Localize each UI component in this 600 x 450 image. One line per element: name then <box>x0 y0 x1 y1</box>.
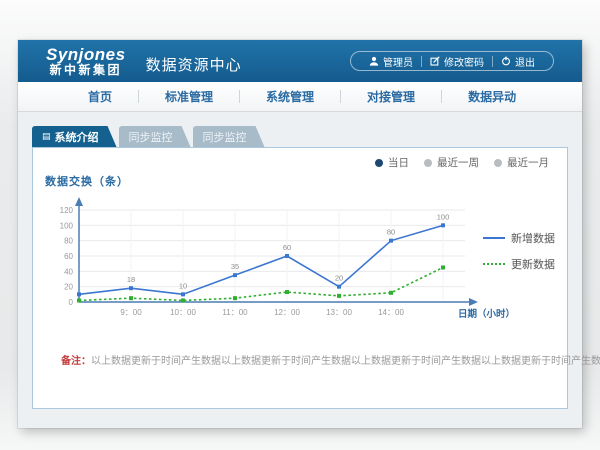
current-user-button[interactable]: 管理员 <box>361 54 421 69</box>
brand-logo-cn: 新中新集团 <box>46 64 126 77</box>
power-icon <box>501 56 511 66</box>
nav-item-standards[interactable]: 标准管理 <box>139 88 239 105</box>
svg-text:80: 80 <box>64 237 73 246</box>
user-bar: 管理员 修改密码 退出 <box>350 51 554 71</box>
document-icon: ▤ <box>42 132 51 141</box>
svg-text:10: 10 <box>179 281 187 290</box>
content-area: ▤ 系统介绍 同步监控 同步监控 当日 最近一周 <box>18 112 582 428</box>
tab-sync-monitor-1[interactable]: 同步监控 <box>119 126 191 147</box>
radio-label: 当日 <box>388 155 409 170</box>
logout-button[interactable]: 退出 <box>493 54 543 69</box>
tab-bar: ▤ 系统介绍 同步监控 同步监控 <box>32 126 582 147</box>
radio-today[interactable]: 当日 <box>375 155 409 170</box>
time-range-filter: 当日 最近一周 最近一月 <box>375 155 549 170</box>
change-password-button[interactable]: 修改密码 <box>422 54 492 69</box>
tab-label: 同步监控 <box>203 129 247 145</box>
svg-text:120: 120 <box>60 206 74 215</box>
footnote: 备注：以上数据更新于时间产生数据以上数据更新于时间产生数据以上数据更新于时间产生… <box>61 352 600 367</box>
change-password-label: 修改密码 <box>444 54 484 69</box>
svg-text:100: 100 <box>437 212 450 221</box>
svg-text:35: 35 <box>231 262 239 271</box>
footnote-label: 备注： <box>61 356 91 367</box>
svg-text:0: 0 <box>69 298 74 307</box>
edit-icon <box>430 56 440 66</box>
chart-title: 数据交换（条） <box>45 173 129 189</box>
nav-item-home[interactable]: 首页 <box>62 88 138 105</box>
tab-label: 同步监控 <box>129 129 173 145</box>
page-title: 数据资源中心 <box>146 54 242 75</box>
svg-text:100: 100 <box>60 221 74 230</box>
svg-text:12：00: 12：00 <box>274 308 300 317</box>
nav-item-data-changes[interactable]: 数据异动 <box>442 88 542 105</box>
logout-label: 退出 <box>515 54 535 69</box>
svg-text:40: 40 <box>64 267 73 276</box>
svg-text:20: 20 <box>64 283 73 292</box>
tab-label: 系统介绍 <box>55 129 99 145</box>
legend-item-new-data[interactable]: 新增数据 <box>483 230 555 246</box>
tab-system-intro[interactable]: ▤ 系统介绍 <box>32 126 117 147</box>
chart-panel: 当日 最近一周 最近一月 数据交换（条） 0 20 40 60 80 100 120 9：00… <box>32 147 568 409</box>
svg-text:20: 20 <box>335 274 343 283</box>
svg-text:18: 18 <box>127 275 135 284</box>
legend-dotted-line-icon <box>483 263 505 265</box>
radio-last-week[interactable]: 最近一周 <box>424 155 479 170</box>
svg-text:日期（小时）: 日期（小时） <box>458 308 515 320</box>
app-window: Synjones 新中新集团 数据资源中心 管理员 修改密码 <box>18 40 582 428</box>
svg-text:60: 60 <box>283 243 291 252</box>
svg-text:11：00: 11：00 <box>222 308 248 317</box>
legend-label: 更新数据 <box>511 256 555 272</box>
svg-text:14：00: 14：00 <box>378 308 404 317</box>
svg-text:60: 60 <box>64 252 73 261</box>
radio-icon <box>375 159 383 167</box>
svg-text:80: 80 <box>387 228 395 237</box>
legend-solid-line-icon <box>483 237 505 239</box>
app-header: Synjones 新中新集团 数据资源中心 管理员 修改密码 <box>18 40 582 82</box>
legend-label: 新增数据 <box>511 230 555 246</box>
nav-item-system[interactable]: 系统管理 <box>240 88 340 105</box>
chart-legend: 新增数据 更新数据 <box>483 230 555 272</box>
user-icon <box>369 56 379 66</box>
nav-item-integration[interactable]: 对接管理 <box>341 88 441 105</box>
brand-logo: Synjones 新中新集团 <box>46 46 126 76</box>
radio-icon <box>424 159 432 167</box>
tab-sync-monitor-2[interactable]: 同步监控 <box>193 126 265 147</box>
radio-last-month[interactable]: 最近一月 <box>494 155 549 170</box>
footnote-text: 以上数据更新于时间产生数据以上数据更新于时间产生数据以上数据更新于时间产生数据以… <box>91 356 600 367</box>
main-nav: 首页 标准管理 系统管理 对接管理 数据异动 <box>18 82 582 112</box>
line-chart: 0 20 40 60 80 100 120 9：00 10：00 11：00 12：00 13：00 1… <box>37 190 517 330</box>
svg-text:13：00: 13：00 <box>326 308 352 317</box>
current-user-label: 管理员 <box>383 54 413 69</box>
svg-text:9：00: 9：00 <box>120 308 142 317</box>
legend-item-updated-data[interactable]: 更新数据 <box>483 256 555 272</box>
brand-logo-en: Synjones <box>46 46 126 64</box>
svg-text:10：00: 10：00 <box>170 308 196 317</box>
radio-label: 最近一月 <box>507 155 549 170</box>
radio-label: 最近一周 <box>437 155 479 170</box>
radio-icon <box>494 159 502 167</box>
